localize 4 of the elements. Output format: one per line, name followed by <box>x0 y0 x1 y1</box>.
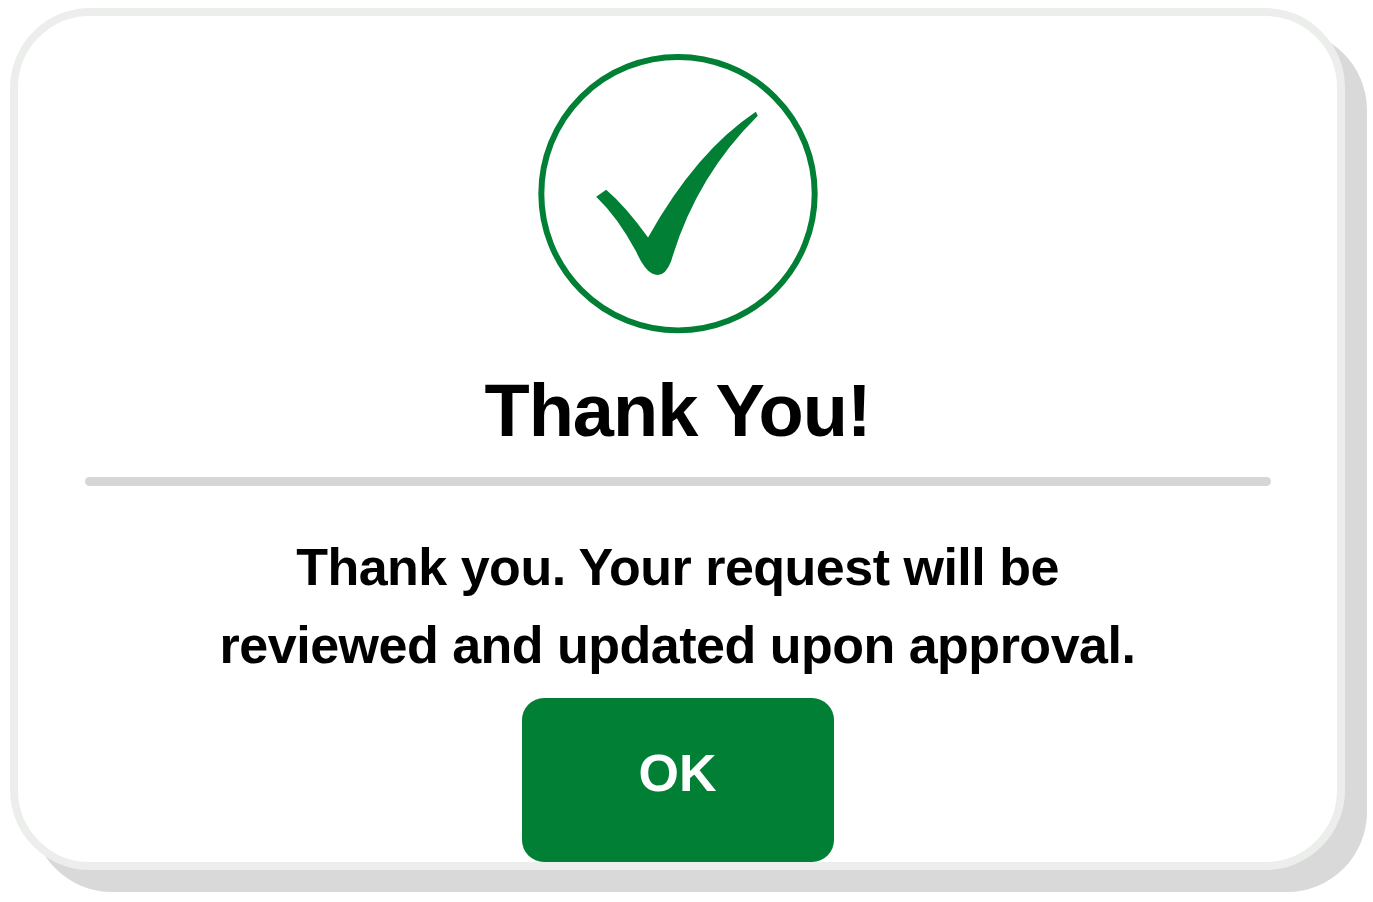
checkmark-circle-icon <box>535 52 820 336</box>
dialog-message: Thank you. Your request will be reviewed and updated upon approval. <box>219 537 1136 677</box>
dialog-title: Thank You! <box>484 371 871 452</box>
ok-button[interactable]: OK <box>521 698 834 862</box>
